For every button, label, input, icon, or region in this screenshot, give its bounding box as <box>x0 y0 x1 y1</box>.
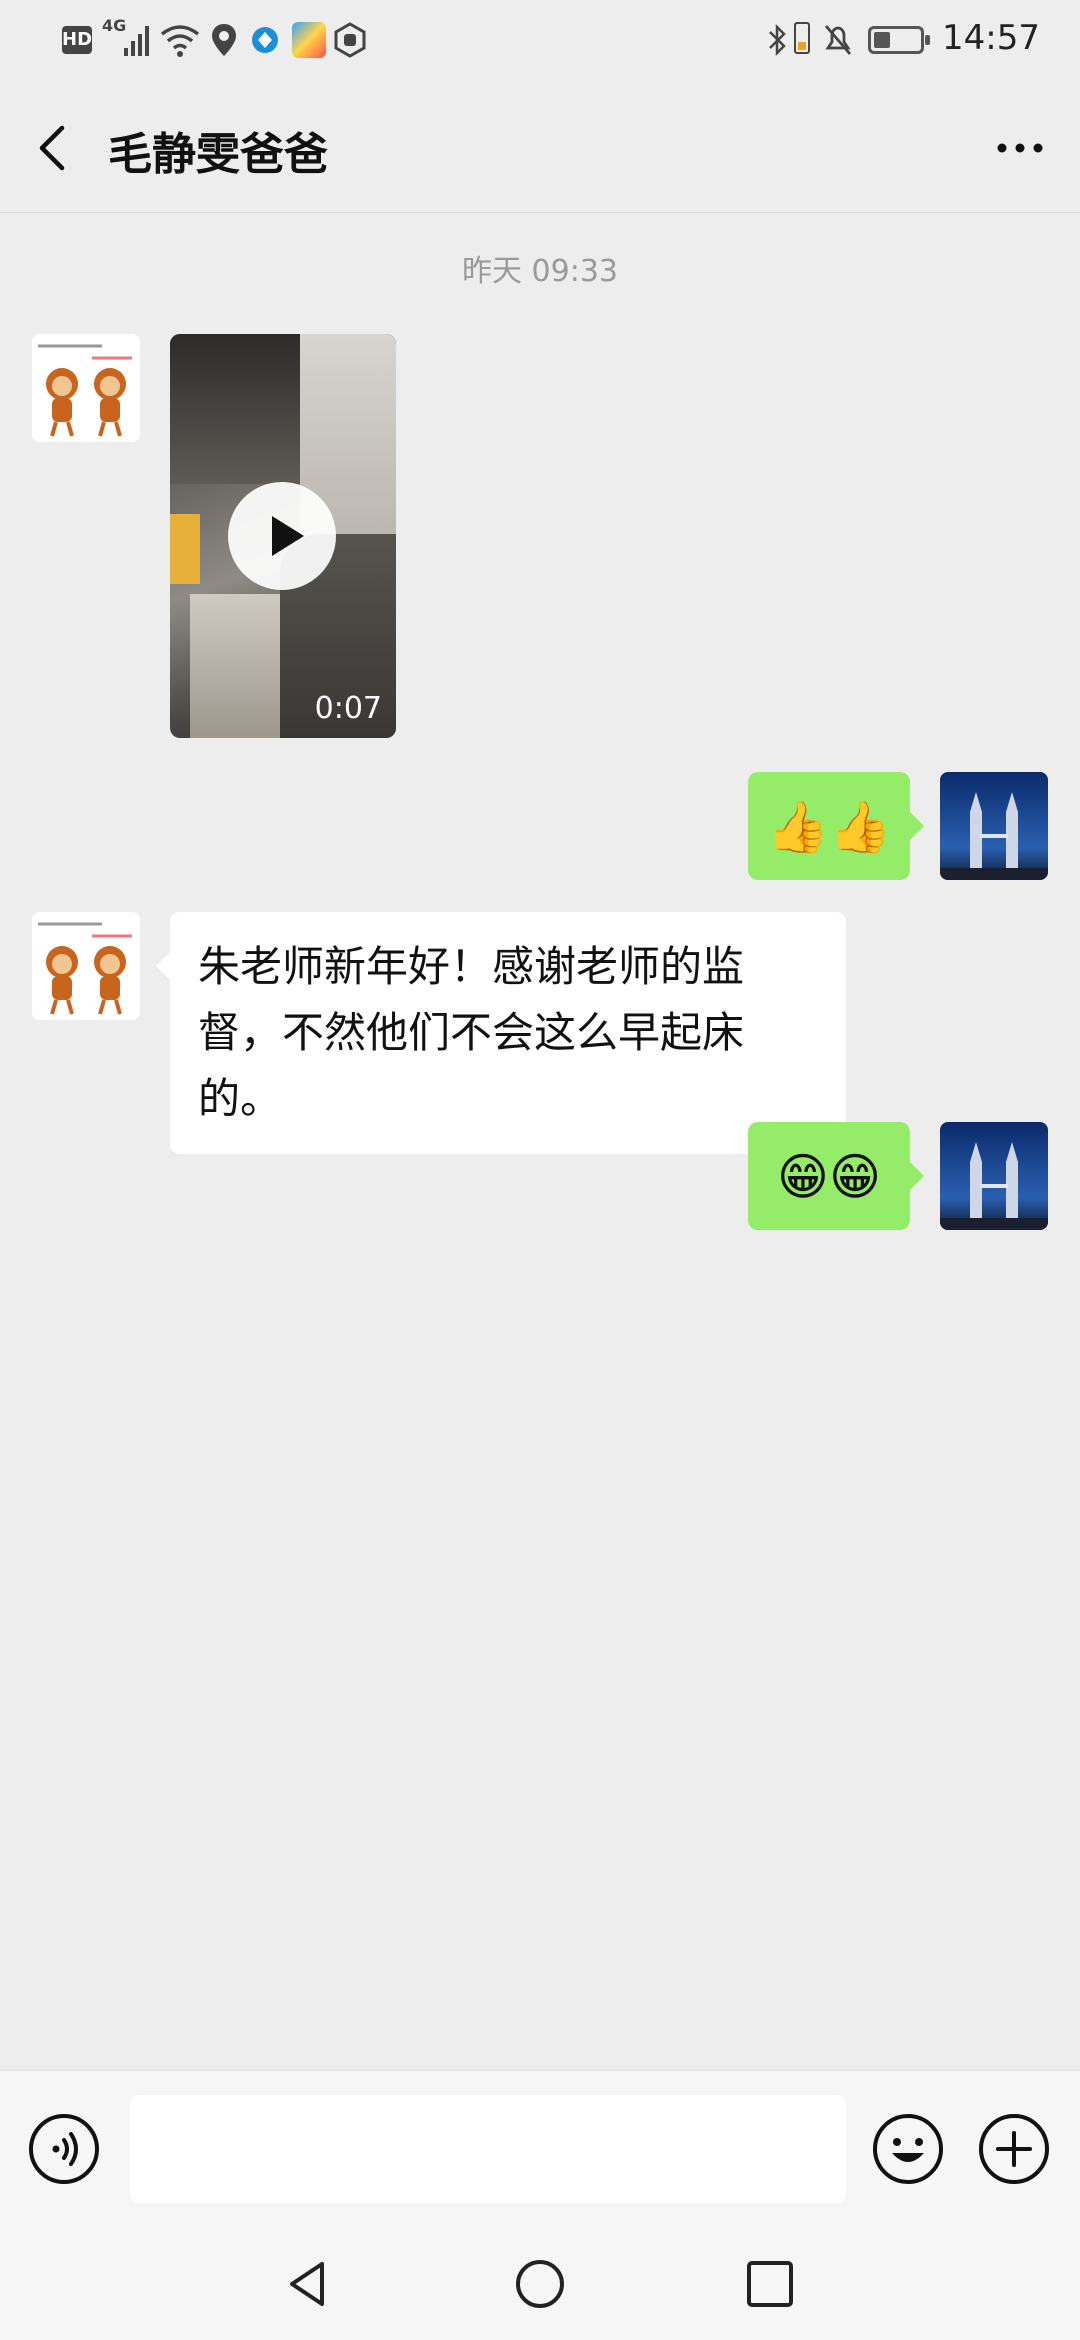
received-text-bubble[interactable]: 朱老师新年好！感谢老师的监督，不然他们不会这么早起床的。 <box>156 912 846 1154</box>
contact-avatar[interactable] <box>32 334 140 442</box>
play-icon <box>272 516 304 556</box>
clock: 14:57 <box>942 18 1040 58</box>
chat-title: 毛静雯爸爸 <box>108 129 328 180</box>
chevron-left-icon[interactable] <box>28 118 78 178</box>
message-emoji: 😁😁 <box>776 1148 882 1206</box>
nav-recents-icon[interactable] <box>744 2258 796 2310</box>
bluetooth-icon <box>769 23 786 57</box>
location-icon <box>212 24 236 56</box>
sent-emoji-bubble[interactable]: 👍👍 <box>748 772 924 880</box>
plus-icon[interactable] <box>978 2113 1050 2185</box>
hd-icon: HD <box>62 26 92 54</box>
my-avatar[interactable] <box>940 1122 1048 1230</box>
video-message[interactable]: 0:07 <box>170 334 396 738</box>
towers-avatar-icon <box>940 1122 1048 1230</box>
play-button[interactable] <box>228 482 336 590</box>
nav-home-icon[interactable] <box>514 2258 566 2310</box>
sent-emoji-bubble[interactable]: 😁😁 <box>748 1122 924 1230</box>
system-navigation-bar <box>0 2222 1080 2340</box>
chat-header: 毛静雯爸爸 <box>0 80 1080 213</box>
mute-bell-icon <box>824 25 852 55</box>
nav-back-icon[interactable] <box>282 2258 334 2310</box>
battery-icon <box>868 26 930 54</box>
video-duration: 0:07 <box>314 691 382 726</box>
cartoon-avatar-icon <box>32 334 140 442</box>
app-notification-icon <box>252 27 278 53</box>
contact-avatar[interactable] <box>32 912 140 1020</box>
cartoon-avatar-icon <box>32 912 140 1020</box>
emoji-icon[interactable] <box>872 2113 944 2185</box>
status-bar: HD 4G 14:57 <box>0 0 1080 80</box>
vibrate-battery-icon <box>794 22 810 54</box>
message-timestamp: 昨天 09:33 <box>462 254 618 289</box>
my-avatar[interactable] <box>940 772 1048 880</box>
message-emoji: 👍👍 <box>766 798 892 856</box>
more-dots-icon[interactable] <box>990 120 1050 176</box>
wifi-icon <box>160 25 200 57</box>
voice-icon[interactable] <box>28 2113 100 2185</box>
hand-shield-icon <box>334 22 366 58</box>
signal-icon: 4G <box>102 16 154 58</box>
message-text: 朱老师新年好！感谢老师的监督，不然他们不会这么早起床的。 <box>198 942 745 1123</box>
input-bar <box>0 2070 1080 2223</box>
towers-avatar-icon <box>940 772 1048 880</box>
video-app-icon <box>292 22 326 58</box>
message-input[interactable] <box>130 2095 846 2203</box>
hd-label: HD <box>62 29 93 50</box>
